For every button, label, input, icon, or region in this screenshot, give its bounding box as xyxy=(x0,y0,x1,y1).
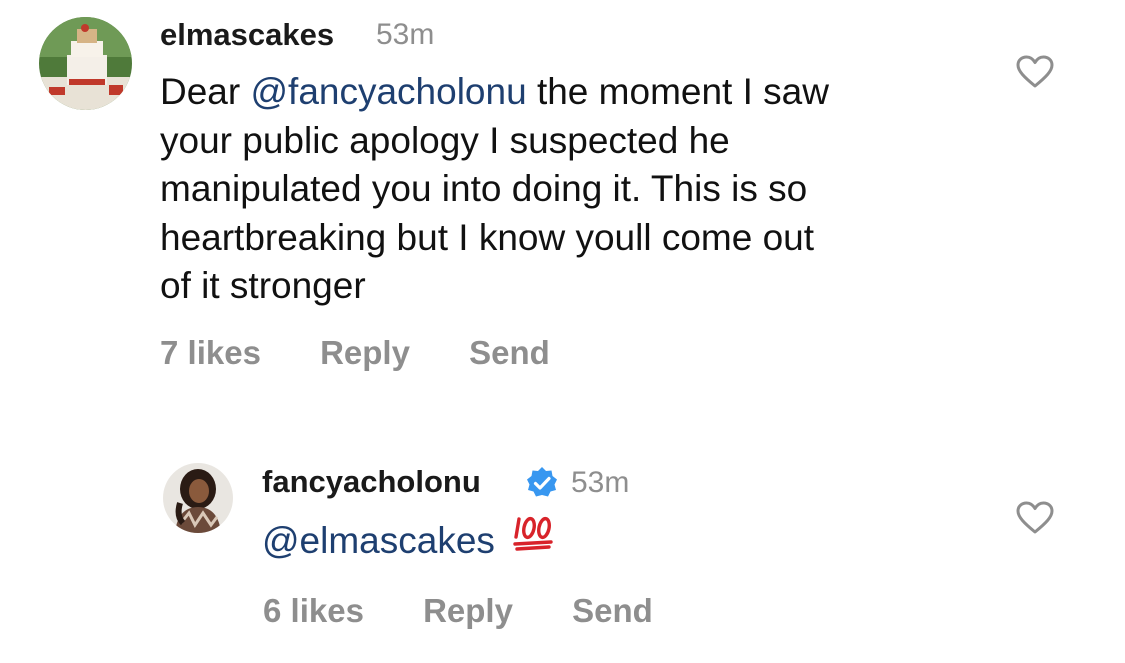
comment-text-line: manipulated you into doing it. This is s… xyxy=(160,168,808,209)
send-button[interactable]: Send xyxy=(469,334,550,372)
comment-text-line: heartbreaking but I know youll come out xyxy=(160,216,815,258)
avatar[interactable] xyxy=(163,463,233,533)
comment-timestamp: 53m xyxy=(376,18,435,51)
heart-outline-icon[interactable] xyxy=(1016,501,1054,540)
avatar[interactable] xyxy=(39,17,132,110)
mention-link[interactable]: @fancyacholonu xyxy=(250,71,526,112)
comments-page: elmascakes 53m Dear @fancyacholonu the m… xyxy=(0,0,1125,663)
comment-username[interactable]: elmascakes xyxy=(160,17,334,53)
reply-button[interactable]: Reply xyxy=(423,592,513,630)
comment-timestamp: 53m xyxy=(571,466,630,499)
send-button[interactable]: Send xyxy=(572,592,653,630)
comment-text-segment: Dear xyxy=(160,71,251,112)
comment-text-line: your public apology I suspected he xyxy=(160,119,730,161)
comment-text: Dear @fancyacholonu the moment I saw you… xyxy=(160,68,960,311)
comment-actions: 6 likes Reply Send xyxy=(263,592,653,630)
likes-count[interactable]: 6 likes xyxy=(263,592,364,630)
likes-count[interactable]: 7 likes xyxy=(160,334,261,372)
mention-link[interactable]: @elmascakes xyxy=(262,520,495,561)
heart-outline-icon[interactable] xyxy=(1016,55,1054,94)
comment-text: @elmascakes xyxy=(262,516,1062,570)
comment-text-segment: the moment I saw xyxy=(526,71,829,112)
reply-button[interactable]: Reply xyxy=(320,334,410,372)
comment-username[interactable]: fancyacholonu xyxy=(262,464,481,500)
comment-actions: 7 likes Reply Send xyxy=(160,334,550,372)
comment-text-line: of it stronger xyxy=(160,265,366,306)
100-emoji-icon xyxy=(513,513,555,566)
verified-badge-icon xyxy=(525,466,559,505)
